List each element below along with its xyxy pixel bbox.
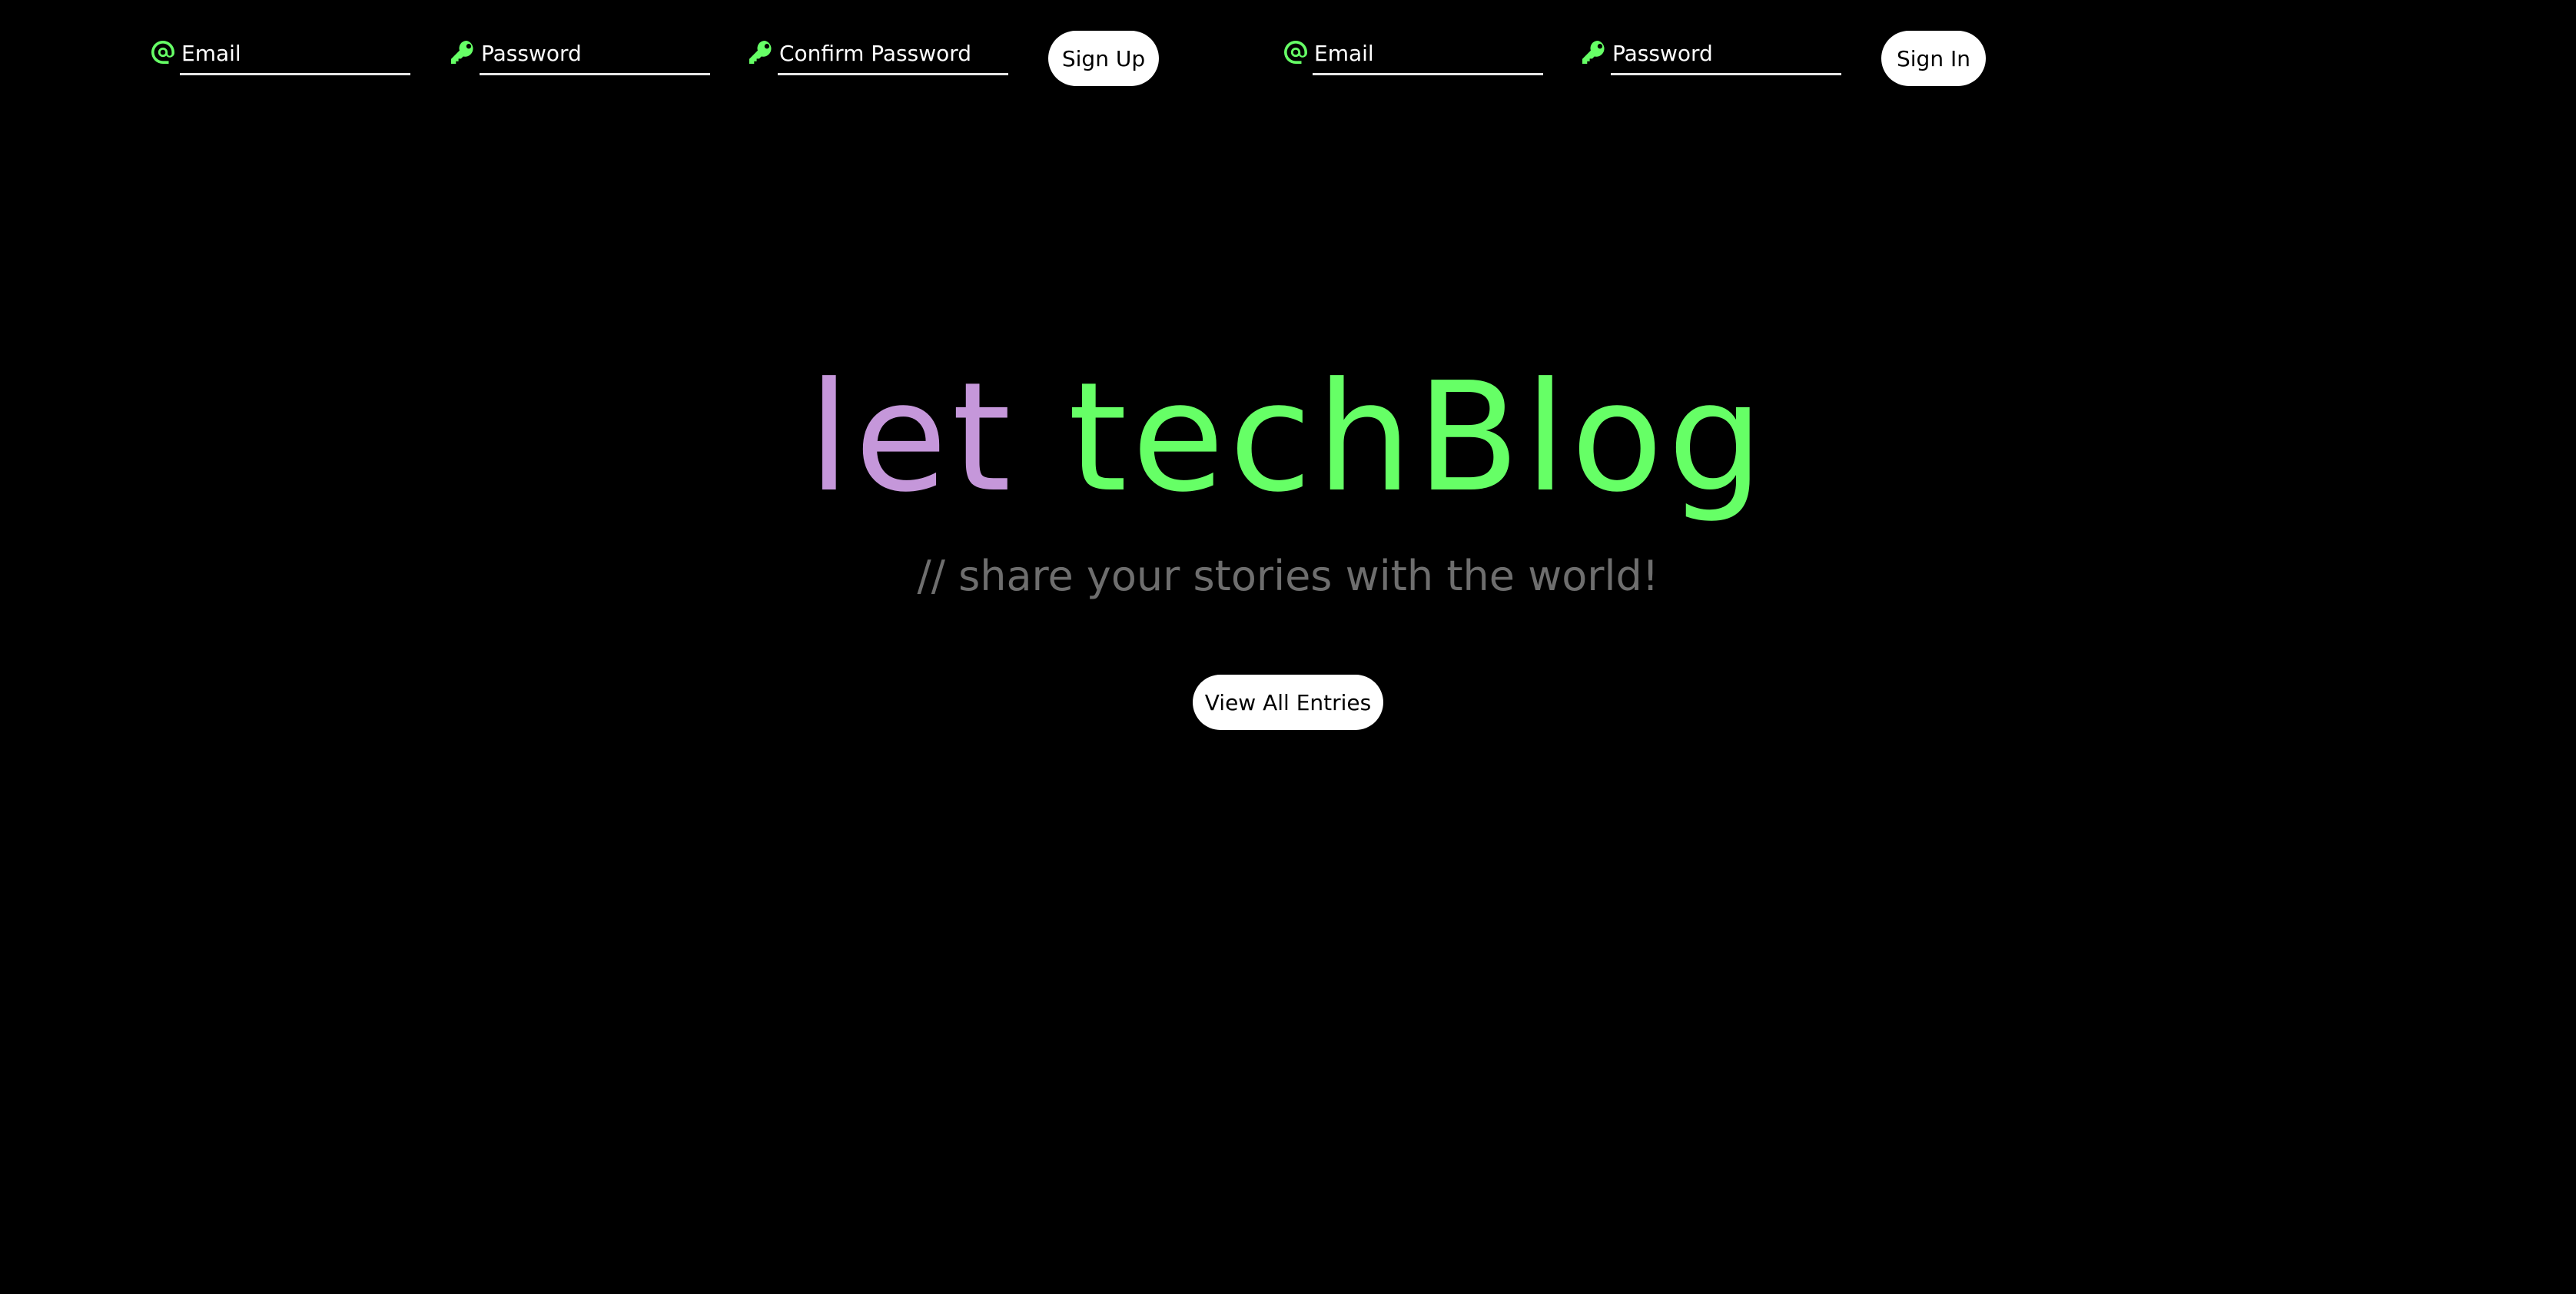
sign-up-button[interactable]: Sign Up <box>1048 31 1159 86</box>
view-all-entries-button[interactable]: View All Entries <box>1193 675 1383 730</box>
signup-password-field <box>449 31 712 80</box>
key-icon <box>747 38 775 66</box>
at-icon <box>149 38 177 66</box>
signin-password-input[interactable] <box>1611 31 1841 75</box>
signup-email-field <box>149 31 412 80</box>
signup-email-input[interactable] <box>180 31 410 75</box>
key-icon <box>449 38 476 66</box>
page: Sign Up Sign In let techBlog // share yo… <box>0 0 2576 1294</box>
signup-password-input[interactable] <box>480 31 710 75</box>
hero-title-name: techBlog <box>1067 350 1768 526</box>
signin-password-field <box>1580 31 1843 80</box>
signin-email-field <box>1282 31 1545 80</box>
at-icon <box>1282 38 1310 66</box>
signup-confirm-password-field <box>747 31 1010 80</box>
signup-confirm-password-input[interactable] <box>778 31 1008 75</box>
key-icon <box>1580 38 1608 66</box>
sign-in-button[interactable]: Sign In <box>1881 31 1986 86</box>
hero-title: let techBlog <box>0 338 2576 538</box>
hero-title-keyword: let <box>808 350 1016 526</box>
signin-email-input[interactable] <box>1313 31 1543 75</box>
hero-subtitle: // share your stories with the world! <box>917 552 1659 600</box>
